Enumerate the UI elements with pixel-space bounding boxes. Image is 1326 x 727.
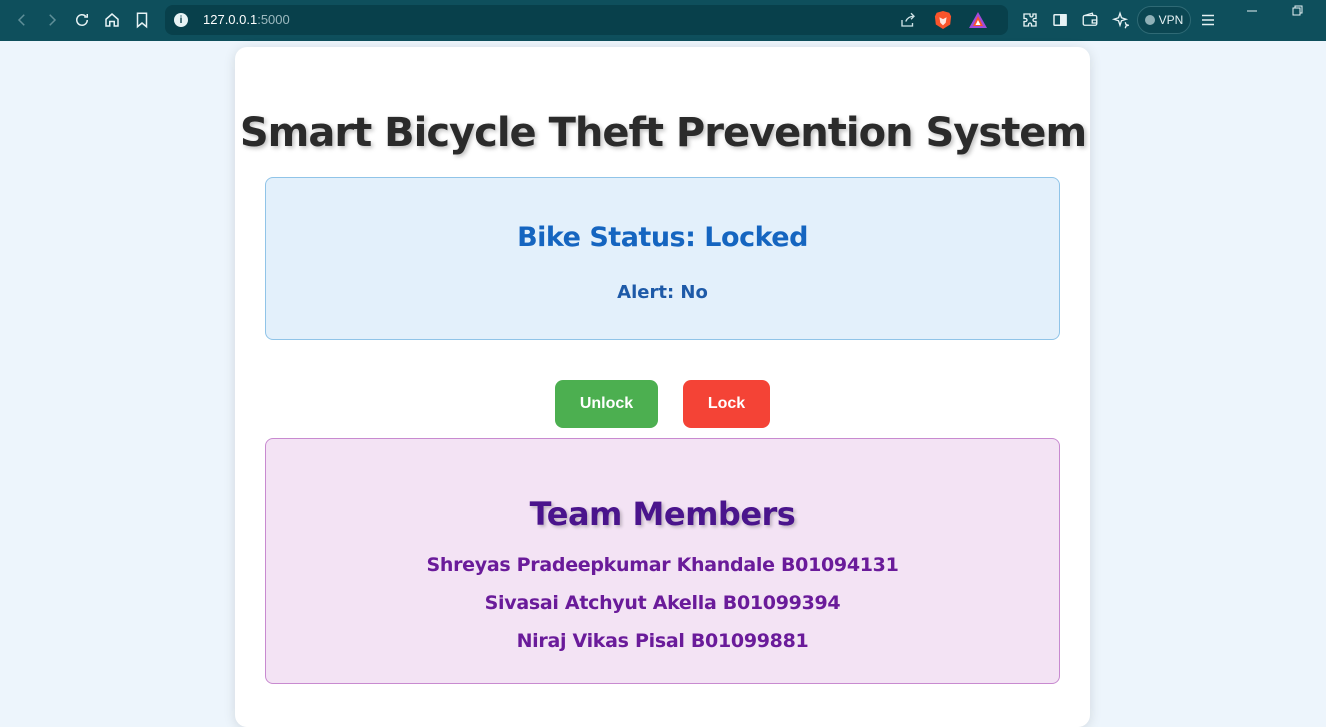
menu-icon[interactable] [1194,6,1222,34]
url-host: 127.0.0.1 [203,12,258,27]
team-member: Niraj Vikas Pisal B01099881 [516,630,809,652]
url-text[interactable]: 127.0.0.1:5000 [203,12,290,27]
alert-status-text: Alert: No [617,282,708,303]
leo-ai-icon[interactable] [1106,6,1134,34]
status-panel: Bike Status: Locked Alert: No [265,177,1060,340]
address-bar[interactable]: i 127.0.0.1:5000 [165,5,1008,35]
unlock-button[interactable]: Unlock [555,380,658,428]
site-info-icon[interactable]: i [174,13,188,27]
browser-toolbar: i 127.0.0.1:5000 VPN [0,0,1326,41]
wallet-icon[interactable] [1076,6,1104,34]
url-port: :5000 [257,12,290,27]
bookmark-icon[interactable] [128,6,156,34]
minimize-icon[interactable] [1242,2,1262,20]
reload-icon[interactable] [68,6,96,34]
back-icon[interactable] [8,6,36,34]
share-icon[interactable] [899,11,917,33]
bike-status-heading: Bike Status: Locked [517,222,808,253]
vpn-label: VPN [1158,13,1184,27]
lock-button[interactable]: Lock [683,380,770,428]
page-title: Smart Bicycle Theft Prevention System [239,110,1087,156]
extensions-icon[interactable] [1016,6,1044,34]
forward-icon[interactable] [38,6,66,34]
brave-rewards-icon[interactable] [968,11,988,29]
restore-icon[interactable] [1288,2,1308,20]
brave-shields-icon[interactable] [934,10,952,30]
team-panel: Team Members Shreyas Pradeepkumar Khanda… [265,438,1060,684]
team-heading: Team Members [529,495,796,533]
sidebar-icon[interactable] [1046,6,1074,34]
home-icon[interactable] [98,6,126,34]
team-member: Shreyas Pradeepkumar Khandale B01094131 [426,554,899,576]
vpn-button[interactable]: VPN [1137,6,1191,34]
team-member: Sivasai Atchyut Akella B01099394 [484,592,841,614]
vpn-status-icon [1144,15,1155,25]
